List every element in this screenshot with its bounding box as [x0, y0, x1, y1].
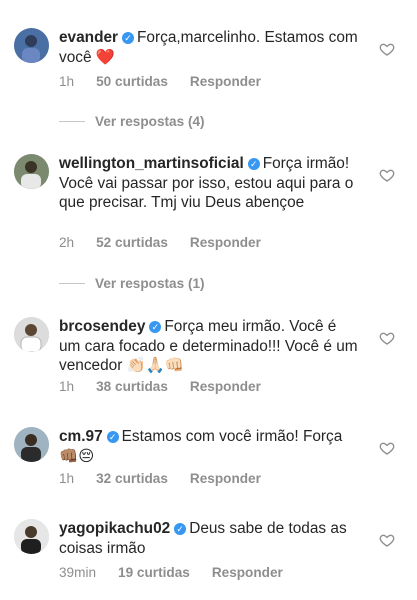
verified-badge-icon: ✓: [247, 158, 260, 170]
comment-body: Estamos com você irmão! Força: [121, 428, 343, 445]
avatar-image: [14, 427, 49, 462]
comment-text: evander ✓ Força,marcelinho. Estamos com vo…: [59, 28, 359, 67]
comment-time: 2h: [59, 235, 75, 250]
comment-meta: 1h 50 curtidas Responder: [59, 74, 283, 89]
reply-button[interactable]: Responder: [190, 235, 261, 250]
verified-badge-icon: ✓: [149, 321, 162, 333]
heart-outline-icon[interactable]: [379, 41, 395, 57]
comment-text: cm.97 ✓ Estamos com você irmão! Força 👊🏽😔: [59, 427, 359, 466]
avatar[interactable]: [14, 317, 49, 352]
avatar-image: [14, 519, 49, 554]
comment-meta: 1h 38 curtidas Responder: [59, 379, 283, 394]
comment-meta: 39min 19 curtidas Responder: [59, 565, 305, 580]
comment-time: 1h: [59, 471, 75, 486]
comment-time: 39min: [59, 565, 97, 580]
comment-likes[interactable]: 32 curtidas: [96, 471, 168, 486]
reply-button[interactable]: Responder: [212, 565, 283, 580]
comment-meta: 2h 52 curtidas Responder: [59, 235, 283, 250]
heart-outline-icon[interactable]: [379, 167, 395, 183]
verified-badge-icon: ✓: [106, 431, 119, 443]
comment-username[interactable]: evander: [59, 29, 118, 46]
comment-likes[interactable]: 38 curtidas: [96, 379, 168, 394]
verified-badge-icon: ✓: [174, 523, 187, 535]
heart-outline-icon[interactable]: [379, 440, 395, 456]
reply-button[interactable]: Responder: [190, 471, 261, 486]
comment-text: yagopikachu02 ✓ Deus sabe de todas as cois…: [59, 519, 359, 558]
comment-meta: 1h 32 curtidas Responder: [59, 471, 283, 486]
avatar-image: [14, 28, 49, 63]
comment-likes[interactable]: 52 curtidas: [96, 235, 168, 250]
avatar-image: [14, 154, 49, 189]
verified-badge-icon: ✓: [122, 32, 135, 44]
reply-button[interactable]: Responder: [190, 74, 261, 89]
divider-line: [59, 283, 85, 284]
avatar-image: [14, 317, 49, 352]
view-replies-label: Ver respostas (4): [95, 114, 205, 129]
comment-emoji: ❤️: [95, 47, 115, 66]
heart-outline-icon[interactable]: [379, 532, 395, 548]
avatar[interactable]: [14, 154, 49, 189]
comment-time: 1h: [59, 379, 75, 394]
reply-button[interactable]: Responder: [190, 379, 261, 394]
divider-line: [59, 121, 85, 122]
heart-outline-icon[interactable]: [379, 330, 395, 346]
comment-likes[interactable]: 50 curtidas: [96, 74, 168, 89]
comment-time: 1h: [59, 74, 75, 89]
comment-username[interactable]: wellington_martinsoficial: [59, 155, 244, 172]
avatar[interactable]: [14, 427, 49, 462]
view-replies-button[interactable]: Ver respostas (1): [59, 276, 205, 291]
comment-likes[interactable]: 19 curtidas: [118, 565, 190, 580]
comment-username[interactable]: cm.97: [59, 428, 103, 445]
comment-username[interactable]: brcosendey: [59, 318, 145, 335]
comment-text: wellington_martinsoficial ✓ Força irmão! V…: [59, 154, 359, 213]
comment-emoji: 👊🏽😔: [59, 446, 95, 465]
comment-text: brcosendey ✓ Força meu irmão. Você é um ca…: [59, 317, 359, 376]
comment-emoji: 👏🏻🙏🏻👊🏻: [126, 356, 185, 374]
view-replies-button[interactable]: Ver respostas (4): [59, 114, 205, 129]
avatar[interactable]: [14, 519, 49, 554]
view-replies-label: Ver respostas (1): [95, 276, 205, 291]
comment-username[interactable]: yagopikachu02: [59, 520, 170, 537]
avatar[interactable]: [14, 28, 49, 63]
